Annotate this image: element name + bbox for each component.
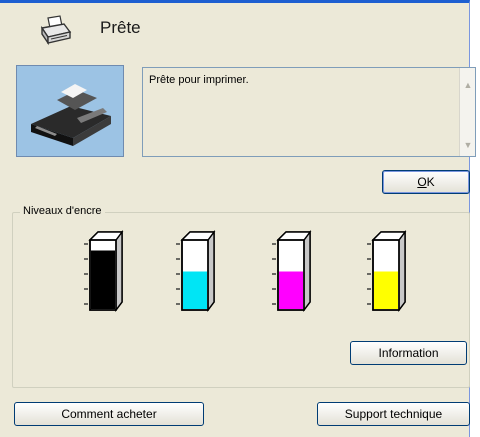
cartridge-side	[115, 229, 123, 313]
ink-level-fill	[374, 271, 398, 309]
ink-level-fill	[91, 250, 115, 309]
ok-button[interactable]: OK	[382, 170, 470, 194]
ink-cartridge-magenta	[272, 229, 312, 313]
ink-levels-label: Niveaux d'encre	[20, 205, 105, 217]
status-message: Prête pour imprimer.	[149, 74, 249, 86]
ink-cartridge-yellow	[367, 229, 407, 313]
cartridge-top	[371, 231, 407, 241]
technical-support-button[interactable]: Support technique	[317, 402, 470, 426]
printer-icon	[40, 15, 72, 46]
cartridge-side	[303, 229, 311, 313]
ok-shortcut-letter: O	[417, 175, 427, 189]
scroll-down-arrow-icon[interactable]: ▼	[461, 138, 475, 152]
cartridge-side	[207, 229, 215, 313]
status-title: Prête	[100, 18, 141, 37]
how-to-buy-button[interactable]: Comment acheter	[14, 402, 204, 426]
ink-level-fill	[279, 271, 303, 309]
cartridge-top	[88, 231, 124, 241]
status-message-box: Prête pour imprimer. ▲ ▼	[142, 67, 476, 157]
ink-cartridge-black	[84, 229, 124, 313]
scroll-up-arrow-icon[interactable]: ▲	[461, 78, 475, 92]
cartridge-top	[180, 231, 216, 241]
ink-cartridge-cyan	[176, 229, 216, 313]
ink-level-fill	[183, 271, 207, 309]
information-button[interactable]: Information	[350, 341, 467, 365]
cartridge-top	[276, 231, 312, 241]
printer-image	[16, 65, 124, 157]
message-scrollbar[interactable]: ▲ ▼	[459, 68, 475, 156]
ok-label-rest: K	[426, 175, 435, 189]
cartridge-side	[398, 229, 406, 313]
